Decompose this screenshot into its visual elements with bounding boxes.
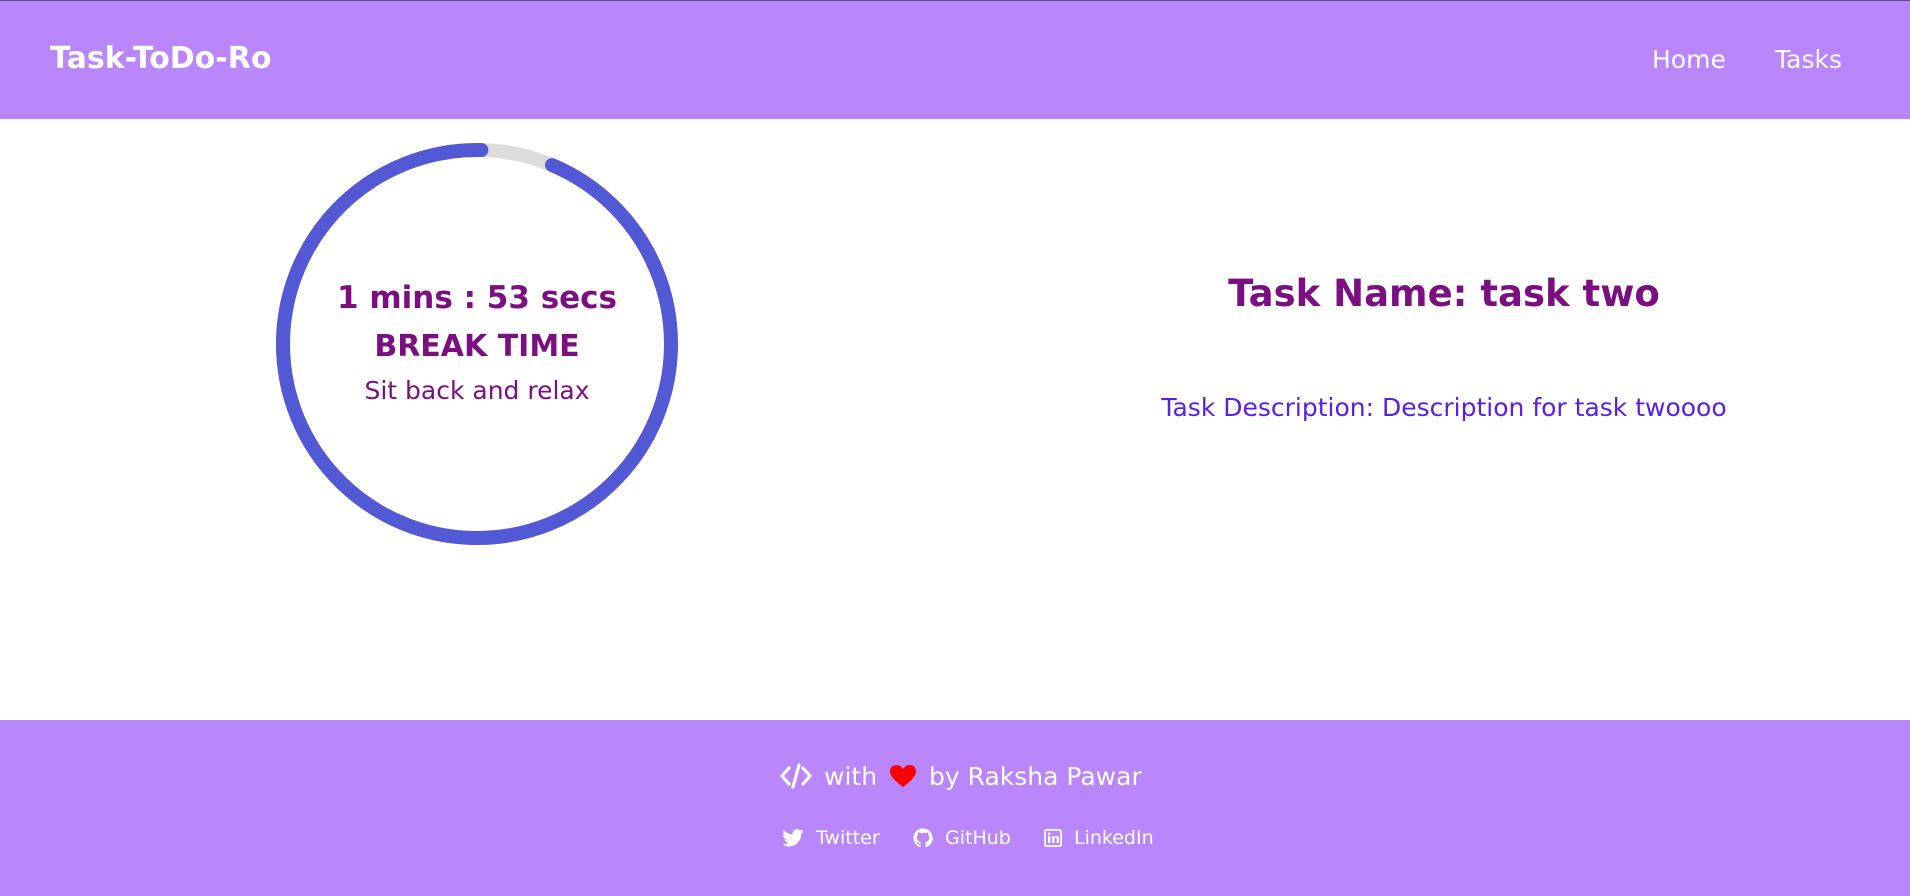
twitter-icon xyxy=(782,829,804,847)
code-icon xyxy=(780,763,812,789)
timer-time-remaining: 1 mins : 53 secs xyxy=(336,280,618,316)
linkedin-link-label: LinkedIn xyxy=(1074,827,1154,849)
footer: with by Raksha Pawar Twitter GitHub Link… xyxy=(0,720,1910,896)
twitter-link[interactable]: Twitter xyxy=(782,824,880,852)
timer-message: Sit back and relax xyxy=(364,376,590,405)
timer-mode-label: BREAK TIME xyxy=(374,329,580,364)
github-link-label: GitHub xyxy=(945,827,1011,849)
navbar: Task-ToDo-Ro Home Tasks xyxy=(0,1,1910,119)
twitter-link-label: Twitter xyxy=(816,827,880,849)
footer-credit: with by Raksha Pawar xyxy=(780,756,1142,796)
github-icon xyxy=(913,828,933,848)
task-description: Task Description: Description for task t… xyxy=(1161,393,1727,422)
nav-tasks-link[interactable]: Tasks xyxy=(1775,45,1842,74)
brand-logo-link[interactable]: Task-ToDo-Ro xyxy=(50,41,271,76)
credit-with-text: with xyxy=(824,761,878,791)
timer-text-block: 1 mins : 53 secs BREAK TIME Sit back and… xyxy=(276,143,678,545)
countdown-timer: 1 mins : 53 secs BREAK TIME Sit back and… xyxy=(276,143,678,545)
heart-icon xyxy=(889,764,917,788)
github-link[interactable]: GitHub xyxy=(913,824,1011,852)
task-name-heading: Task Name: task two xyxy=(1228,272,1660,315)
credit-author-text: by Raksha Pawar xyxy=(929,761,1142,791)
nav-home-link[interactable]: Home xyxy=(1652,45,1726,74)
linkedin-link[interactable]: LinkedIn xyxy=(1044,824,1154,852)
linkedin-icon xyxy=(1044,829,1062,847)
